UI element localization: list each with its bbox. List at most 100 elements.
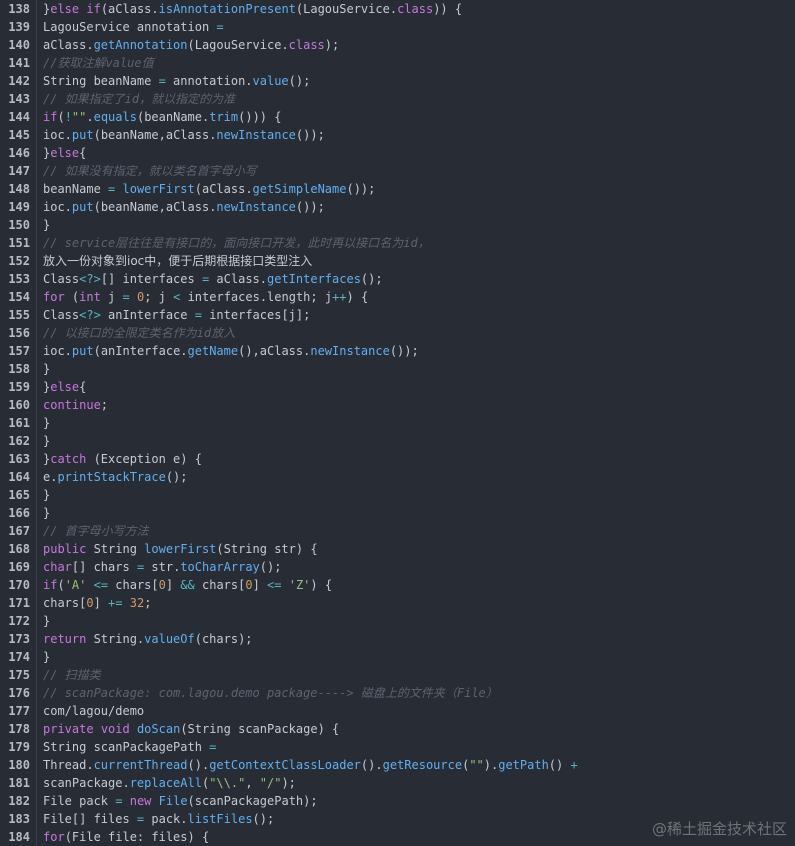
code-token: // 首字母小写方法 (43, 524, 149, 538)
code-line[interactable]: ioc.put(beanName,aClass.newInstance()); (43, 198, 795, 216)
code-line[interactable]: beanName = lowerFirst(aClass.getSimpleNa… (43, 180, 795, 198)
code-token: File pack (43, 794, 116, 808)
code-token: pack. (144, 812, 188, 826)
code-line[interactable]: // 扫描类 (43, 666, 795, 684)
code-token: (beanName. (136, 110, 210, 124)
code-token: ] (93, 596, 109, 610)
code-token: void (100, 722, 130, 736)
code-token: return (43, 632, 87, 646)
code-token: <?> (79, 272, 101, 286)
line-number: 142 (8, 74, 30, 88)
code-line[interactable]: e.printStackTrace(); (43, 468, 795, 486)
code-line[interactable]: String beanName = annotation.value(); (43, 72, 795, 90)
code-line[interactable]: scanPackage.replaceAll("\\.", "/"); (43, 774, 795, 792)
code-token: "" (469, 758, 484, 772)
code-line[interactable]: } (43, 432, 795, 450)
code-token: getName (187, 344, 239, 358)
code-token: j (100, 290, 123, 304)
line-number: 144 (8, 110, 30, 124)
code-token: = (209, 740, 217, 754)
code-area[interactable]: }else if(aClass.isAnnotationPresent(Lago… (37, 0, 795, 845)
code-line[interactable]: // service层往往是有接口的，面向接口开发，此时再以接口名为id， (43, 234, 795, 252)
code-line[interactable]: // scanPackage: com.lagou.demo package--… (43, 684, 795, 702)
code-line[interactable]: }else{ (43, 144, 795, 162)
line-number: 153 (8, 272, 30, 286)
line-number: 151 (8, 236, 30, 250)
code-token: = (158, 74, 166, 88)
code-token: getInterfaces (267, 272, 361, 286)
code-line[interactable]: } (43, 216, 795, 234)
code-line[interactable]: } (43, 648, 795, 666)
code-token: getSimpleName (252, 182, 347, 196)
code-token: ( (57, 578, 65, 592)
code-line[interactable]: continue; (43, 396, 795, 414)
code-line[interactable]: }else{ (43, 378, 795, 396)
line-number: 181 (8, 776, 30, 790)
code-token: printStackTrace (57, 470, 166, 484)
code-token: ) { (346, 290, 369, 304)
code-line[interactable]: return String.valueOf(chars); (43, 630, 795, 648)
code-token: if (43, 110, 58, 124)
code-line[interactable]: char[] chars = str.toCharArray(); (43, 558, 795, 576)
code-token: else (50, 380, 80, 394)
code-line[interactable]: // 如果没有指定，就以类名首字母小写 (43, 162, 795, 180)
code-token: <= (93, 578, 109, 592)
code-line[interactable]: // 首字母小写方法 (43, 522, 795, 540)
code-line[interactable]: //获取注解value值 (43, 54, 795, 72)
code-line[interactable]: } (43, 360, 795, 378)
code-line[interactable]: if('A' <= chars[0] && chars[0] <= 'Z') { (43, 576, 795, 594)
line-number: 169 (8, 560, 30, 574)
code-line[interactable]: Class<?>[] interfaces = aClass.getInterf… (43, 270, 795, 288)
line-number: 164 (8, 470, 30, 484)
line-number: 146 (8, 146, 30, 160)
code-token: () (548, 758, 571, 772)
code-token: Thread. (43, 758, 94, 772)
code-token: // 如果没有指定，就以类名首字母小写 (43, 164, 257, 178)
code-token: ] (165, 578, 181, 592)
code-line[interactable]: } (43, 414, 795, 432)
code-line[interactable]: }else if(aClass.isAnnotationPresent(Lago… (43, 0, 795, 18)
code-token: (); (360, 272, 383, 286)
code-line[interactable]: // 如果指定了id，就以指定的为准 (43, 90, 795, 108)
code-line[interactable]: Class<?> anInterface = interfaces[j]; (43, 306, 795, 324)
code-token: File[] files (43, 812, 137, 826)
code-line[interactable]: LagouService annotation = (43, 18, 795, 36)
code-token: ioc. (43, 344, 72, 358)
code-line[interactable]: private void doScan(String scanPackage) … (43, 720, 795, 738)
code-line[interactable]: chars[0] += 32; (43, 594, 795, 612)
code-line[interactable]: }catch (Exception e) { (43, 450, 795, 468)
code-line[interactable]: Thread.currentThread().getContextClassLo… (43, 756, 795, 774)
code-line[interactable]: String scanPackagePath = (43, 738, 795, 756)
code-line[interactable]: } (43, 612, 795, 630)
code-line[interactable]: if(!"".equals(beanName.trim())) { (43, 108, 795, 126)
code-line[interactable]: public String lowerFirst(String str) { (43, 540, 795, 558)
code-line[interactable]: ioc.put(beanName,aClass.newInstance()); (43, 126, 795, 144)
code-token: //获取注解value值 (43, 56, 154, 70)
code-line[interactable]: // 以接口的全限定类名作为id放入 (43, 324, 795, 342)
code-token: annotation. (165, 74, 253, 88)
code-line[interactable]: } (43, 486, 795, 504)
code-token: toCharArray (180, 560, 260, 574)
code-token: ()); (346, 182, 376, 196)
code-line[interactable]: com/lagou/demo (43, 702, 795, 720)
code-token: aClass. (43, 38, 94, 52)
line-number: 163 (8, 452, 30, 466)
code-token: } (43, 434, 51, 448)
code-editor[interactable]: 138 139 140 141 142 143 144 145 146 147 148 149 150 1… (0, 0, 795, 845)
code-token: (scanPackagePath); (187, 794, 318, 808)
code-token: LagouService annotation (43, 20, 217, 34)
code-token: 0 (158, 578, 166, 592)
line-number-gutter: 138 139 140 141 142 143 144 145 146 147 148 149 150 1… (0, 0, 37, 845)
code-line[interactable]: File pack = new File(scanPackagePath); (43, 792, 795, 810)
code-token: ; j (144, 290, 174, 304)
code-line[interactable]: 放入一份对象到ioc中，便于后期根据接口类型注入 (43, 252, 795, 270)
line-number: 184 (8, 830, 30, 844)
code-line[interactable]: aClass.getAnnotation(LagouService.class)… (43, 36, 795, 54)
code-line[interactable]: for (int j = 0; j < interfaces.length; j… (43, 288, 795, 306)
code-line[interactable]: ioc.put(anInterface.getName(),aClass.new… (43, 342, 795, 360)
line-number: 168 (8, 542, 30, 556)
code-token: public (43, 542, 87, 556)
code-line[interactable]: } (43, 504, 795, 522)
